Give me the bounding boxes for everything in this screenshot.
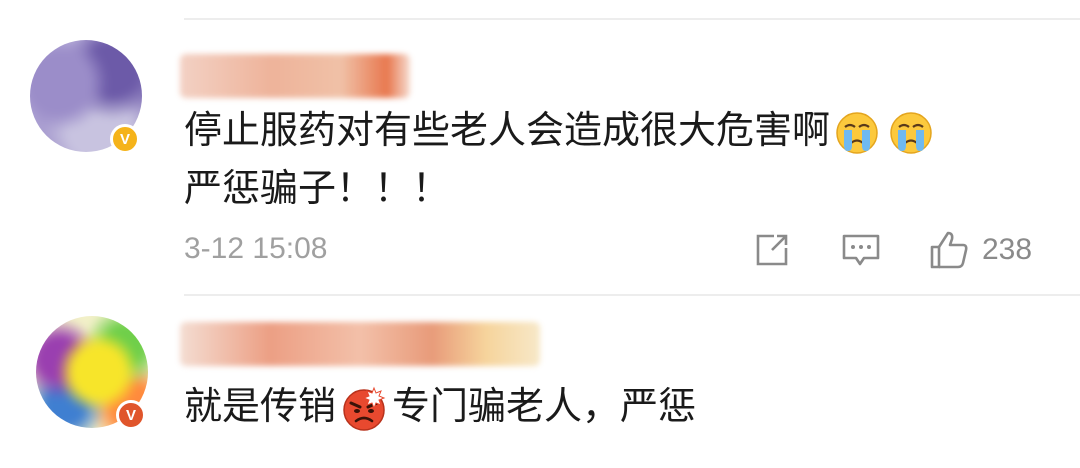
share-icon <box>756 234 788 266</box>
comment-text: 严惩骗子！！！ <box>184 166 451 210</box>
comment-icon <box>842 234 880 266</box>
username-redacted[interactable] <box>180 54 410 98</box>
comment-text: 停止服药对有些老人会造成很大危害啊 <box>184 108 831 152</box>
divider-between-comments <box>184 294 1080 296</box>
like-button[interactable]: 238 <box>928 228 1032 272</box>
verified-badge-icon: V <box>110 124 140 154</box>
username-redacted[interactable] <box>180 322 540 366</box>
timestamp: 3-12 15:08 <box>184 232 328 265</box>
comment-feed: V 停止服药对有些老人会造成很大危害啊 严惩骗子！！！ 3-12 15:08 2… <box>0 0 1080 468</box>
comment-text-line-1: 停止服药对有些老人会造成很大危害啊 <box>184 102 938 158</box>
repost-button[interactable] <box>752 228 792 272</box>
divider-top <box>184 18 1080 20</box>
thumbs-up-icon <box>930 231 968 269</box>
angry-face-emoji-icon <box>343 386 386 431</box>
crying-face-emoji-icon <box>836 111 878 154</box>
comment-text-line-2: 严惩骗子！！！ <box>184 160 450 216</box>
comment-text: 就是传销 <box>184 384 337 428</box>
comment-text-line-1: 就是传销 专门骗老人，严惩 <box>184 378 696 434</box>
comment-text: 专门骗老人，严惩 <box>392 384 697 428</box>
reply-button[interactable] <box>840 228 882 272</box>
crying-face-emoji-icon <box>890 111 932 154</box>
like-count: 238 <box>982 233 1033 266</box>
verified-badge-icon: V <box>116 400 146 430</box>
